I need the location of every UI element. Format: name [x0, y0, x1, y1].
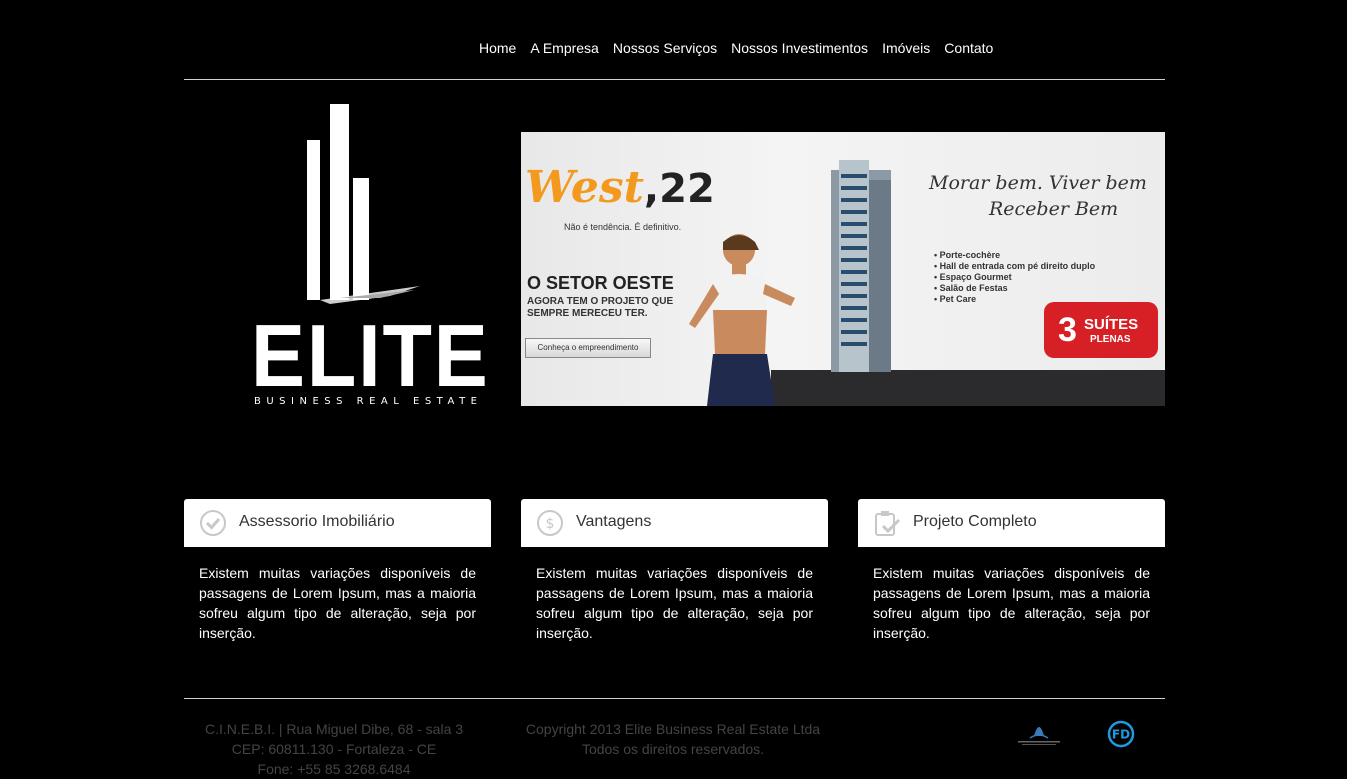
card-title: Projeto Completo	[913, 513, 1037, 530]
feature-item: • Hall de entrada com pé direito duplo	[934, 261, 1096, 271]
logo-wordmark: ELITE	[251, 306, 490, 405]
runner-woman-icon	[689, 234, 795, 406]
main-nav: Home A Empresa Nossos Serviços Nossos In…	[479, 40, 993, 56]
svg-text:FD: FD	[1112, 728, 1130, 742]
banner-features: • Porte-cochère • Hall de entrada com pé…	[934, 250, 1095, 305]
feature-item: • Espaço Gourmet	[934, 272, 1012, 282]
card-title: Vantagens	[576, 513, 652, 530]
building-tower-icon	[831, 160, 891, 372]
card-text: Existem muitas variações disponíveis de …	[873, 565, 1150, 641]
banner-slogan: Morar bem. Viver bem Receber Bem	[929, 172, 1147, 220]
header-divider	[184, 79, 1165, 80]
nav-nossos-investimentos[interactable]: Nossos Investimentos	[731, 40, 868, 56]
nav-a-empresa[interactable]: A Empresa	[530, 40, 598, 56]
feature-item: • Porte-cochère	[934, 250, 1001, 260]
card-text: Existem muitas variações disponíveis de …	[199, 565, 476, 641]
nav-imoveis[interactable]: Imóveis	[882, 40, 930, 56]
banner-headline: O SETOR OESTE	[527, 273, 674, 293]
card-title: Assessorio Imobiliário	[239, 513, 395, 530]
logo-subtitle: BUSINESS REAL ESTATE	[254, 396, 483, 407]
nav-contato[interactable]: Contato	[944, 40, 993, 56]
banner-brand: West,22	[525, 162, 715, 213]
hero-banner[interactable]: West,22 Não é tendência. É definitivo. O…	[521, 132, 1165, 406]
banner-subline: AGORA TEM O PROJETO QUE SEMPRE MERECEU T…	[527, 296, 674, 319]
footer-copyright: Copyright 2013 Elite Business Real Estat…	[525, 721, 821, 757]
feature-item: • Salão de Festas	[934, 283, 1008, 293]
card-projeto-header[interactable]: Projeto Completo	[858, 499, 1165, 547]
footer-address: C.I.N.E.B.I. | Rua Miguel Dibe, 68 - sal…	[204, 721, 464, 777]
banner-tagline: Não é tendência. É definitivo.	[564, 222, 682, 232]
suites-badge: 3 SUÍTES PLENAS	[1044, 302, 1158, 358]
dollar-circle-icon: $	[537, 510, 563, 536]
chamber-of-commerce-logo-icon[interactable]	[1010, 716, 1068, 748]
nav-home[interactable]: Home	[479, 40, 516, 56]
svg-text:$: $	[546, 516, 555, 532]
footer-divider	[184, 698, 1165, 699]
nav-nossos-servicos[interactable]: Nossos Serviços	[613, 40, 717, 56]
card-text: Existem muitas variações disponíveis de …	[536, 565, 813, 641]
card-assessorio-header[interactable]: Assessorio Imobiliário	[184, 499, 491, 547]
banner-ground	[771, 370, 1165, 406]
fd-developer-logo-icon[interactable]: FD	[1107, 720, 1135, 748]
clipboard-check-icon	[875, 511, 901, 536]
card-vantagens-header[interactable]: $ Vantagens	[521, 499, 828, 547]
check-circle-icon	[200, 510, 226, 536]
banner-cta-button[interactable]: Conheça o empreendimento	[525, 338, 651, 358]
